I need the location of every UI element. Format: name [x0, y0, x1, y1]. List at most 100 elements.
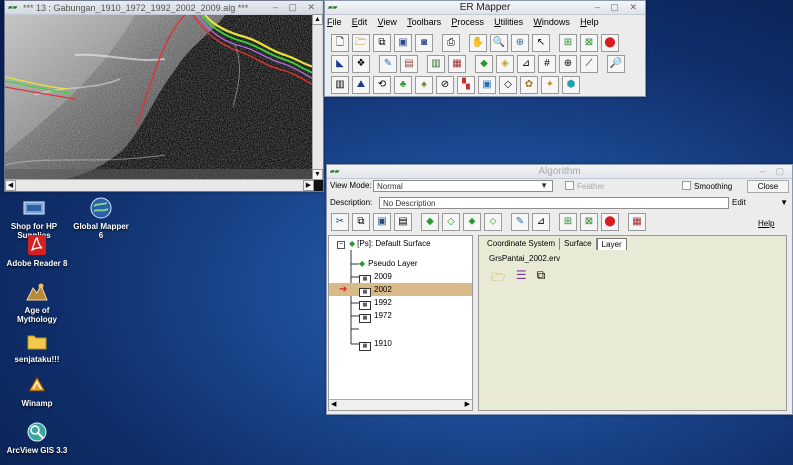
- annotation-icon[interactable]: ◣: [331, 55, 349, 73]
- tree-node-1992[interactable]: ▦ 1992: [359, 296, 392, 310]
- feather-checkbox[interactable]: [565, 181, 574, 190]
- close-icon[interactable]: ✕: [307, 2, 319, 13]
- tab-layer[interactable]: Layer: [596, 238, 627, 250]
- scroll-right-icon[interactable]: ▶: [303, 180, 314, 191]
- zoom-fit-icon[interactable]: ⊞: [559, 34, 577, 52]
- close-icon[interactable]: ✕: [629, 2, 641, 13]
- zoom-dataset-icon[interactable]: ⊠: [580, 213, 598, 231]
- transform-icon[interactable]: ▥: [427, 55, 445, 73]
- desktop-icon-age-of-mythology[interactable]: Age of Mythology: [6, 280, 68, 324]
- feather-option[interactable]: Feather: [565, 181, 605, 191]
- menu-utilities[interactable]: Utilities: [494, 17, 523, 27]
- magnify-icon[interactable]: 🔎: [607, 55, 625, 73]
- image-vertical-scrollbar[interactable]: ▲ ▼: [312, 14, 323, 180]
- tree-root-surface[interactable]: − ◆ [Ps]: Default Surface: [337, 237, 431, 250]
- geocode-icon[interactable]: ❖: [352, 55, 370, 73]
- pan-hand-icon[interactable]: ✋: [469, 34, 487, 52]
- chart-icon[interactable]: ⊘: [436, 76, 454, 94]
- print-icon[interactable]: ⎙: [442, 34, 460, 52]
- grid-icon[interactable]: #: [538, 55, 556, 73]
- dataset-info-icon[interactable]: ⧉: [537, 268, 546, 289]
- zoom-dataset-icon[interactable]: ⊠: [580, 34, 598, 52]
- er-mapper-titlebar[interactable]: ▰▰ ER Mapper – ▢ ✕: [325, 1, 645, 15]
- copy-icon[interactable]: ⧉: [352, 213, 370, 231]
- formula-icon[interactable]: ▤: [400, 55, 418, 73]
- desktop-icon-adobe-reader[interactable]: Adobe Reader 8: [6, 233, 68, 268]
- minimize-icon[interactable]: –: [595, 2, 604, 12]
- desktop-icon-winamp[interactable]: Winamp: [6, 373, 68, 408]
- image-horizontal-scrollbar[interactable]: ◀ ▶: [5, 179, 314, 191]
- stop-icon[interactable]: ⬤: [601, 34, 619, 52]
- satellite-image[interactable]: [5, 15, 314, 179]
- zoom-fit-icon[interactable]: ⊞: [559, 213, 577, 231]
- edit-menu[interactable]: Edit ▼: [732, 198, 790, 207]
- close-button[interactable]: Close: [747, 180, 789, 193]
- tree-node-1910[interactable]: ▦ 1910: [359, 337, 392, 351]
- open-image-icon[interactable]: ⧉: [373, 34, 391, 52]
- properties-icon[interactable]: ▦: [628, 213, 646, 231]
- open-folder-icon[interactable]: 🗁: [491, 268, 506, 289]
- menu-edit[interactable]: Edit: [352, 17, 368, 27]
- profile-icon[interactable]: ⟋: [580, 55, 598, 73]
- histogram-icon[interactable]: ⊿: [517, 55, 535, 73]
- layers-icon[interactable]: ◆: [475, 55, 493, 73]
- lasso-icon[interactable]: ⟲: [373, 76, 391, 94]
- minimize-icon[interactable]: –: [273, 2, 282, 12]
- cut-icon[interactable]: ✂: [331, 213, 349, 231]
- palm-icon[interactable]: ♠: [415, 76, 433, 94]
- globe-icon[interactable]: ⬢: [562, 76, 580, 94]
- desktop-icon-global-mapper[interactable]: Global Mapper 6: [70, 196, 132, 240]
- tab-coordinate-system[interactable]: Coordinate System: [483, 238, 561, 250]
- smoothing-option[interactable]: Smoothing: [682, 181, 732, 191]
- dataset-icon[interactable]: ◈: [496, 55, 514, 73]
- tree-icon[interactable]: ♣: [394, 76, 412, 94]
- add-layer-icon[interactable]: ◇: [442, 213, 460, 231]
- menu-windows[interactable]: Windows: [533, 17, 570, 27]
- paste-special-icon[interactable]: ▤: [394, 213, 412, 231]
- layer-stats-icon[interactable]: ⊿: [532, 213, 550, 231]
- menu-help[interactable]: Help: [580, 17, 599, 27]
- mosaic-icon[interactable]: ✿: [520, 76, 538, 94]
- scroll-left-icon[interactable]: ◀: [331, 400, 336, 408]
- color-table-icon[interactable]: ▚: [457, 76, 475, 94]
- duplicate-layer-icon[interactable]: ⬥: [463, 213, 481, 231]
- open-folder-icon[interactable]: 🗁: [352, 34, 370, 52]
- delete-layer-icon[interactable]: ⬦: [484, 213, 502, 231]
- terrain-icon[interactable]: ⛰: [352, 76, 370, 94]
- zoom-icon[interactable]: 🔍: [490, 34, 508, 52]
- menu-process[interactable]: Process: [451, 17, 484, 27]
- algorithm-titlebar[interactable]: ▰▰ Algorithm – ▢: [327, 165, 792, 179]
- tree-horizontal-scrollbar[interactable]: ◀ ▶: [329, 399, 472, 410]
- maximize-icon[interactable]: ▢: [288, 2, 301, 13]
- scroll-left-icon[interactable]: ◀: [5, 180, 16, 191]
- desktop-icon-arcview[interactable]: ArcView GIS 3.3: [6, 420, 68, 455]
- maximize-icon[interactable]: ▢: [610, 2, 623, 13]
- scroll-up-icon[interactable]: ▲: [312, 14, 323, 25]
- edit-formula-icon[interactable]: ✎: [511, 213, 529, 231]
- add-surface-icon[interactable]: ◆: [421, 213, 439, 231]
- description-input[interactable]: No Description: [379, 197, 729, 209]
- table-icon[interactable]: ▥: [331, 76, 349, 94]
- smoothing-checkbox[interactable]: [682, 181, 691, 190]
- menu-view[interactable]: View: [378, 17, 397, 27]
- new-file-icon[interactable]: 🗋: [331, 34, 349, 52]
- wizard-icon[interactable]: ✦: [541, 76, 559, 94]
- filter-icon[interactable]: ▦: [448, 55, 466, 73]
- paste-icon[interactable]: ▣: [373, 213, 391, 231]
- crosshair-icon[interactable]: ⊕: [559, 55, 577, 73]
- tab-surface[interactable]: Surface: [560, 238, 597, 250]
- tree-node-1972[interactable]: ▦ 1972: [359, 309, 392, 323]
- classify-icon[interactable]: ▣: [478, 76, 496, 94]
- edit-algorithm-icon[interactable]: ✎: [379, 55, 397, 73]
- menu-toolbars[interactable]: Toolbars: [407, 17, 441, 27]
- save-as-icon[interactable]: ◙: [415, 34, 433, 52]
- save-icon[interactable]: ▣: [394, 34, 412, 52]
- desktop-icon-folder[interactable]: senjataku!!!: [6, 329, 68, 364]
- collapse-icon[interactable]: −: [337, 241, 345, 249]
- maximize-icon[interactable]: ▢: [775, 166, 788, 177]
- zoom-box-icon[interactable]: ⊕: [511, 34, 529, 52]
- pointer-icon[interactable]: ↖: [532, 34, 550, 52]
- scroll-right-icon[interactable]: ▶: [465, 400, 470, 408]
- tree-node-2002-selected[interactable]: ➔ ▦ 2002: [329, 283, 472, 297]
- band-list-icon[interactable]: ☰: [516, 268, 527, 289]
